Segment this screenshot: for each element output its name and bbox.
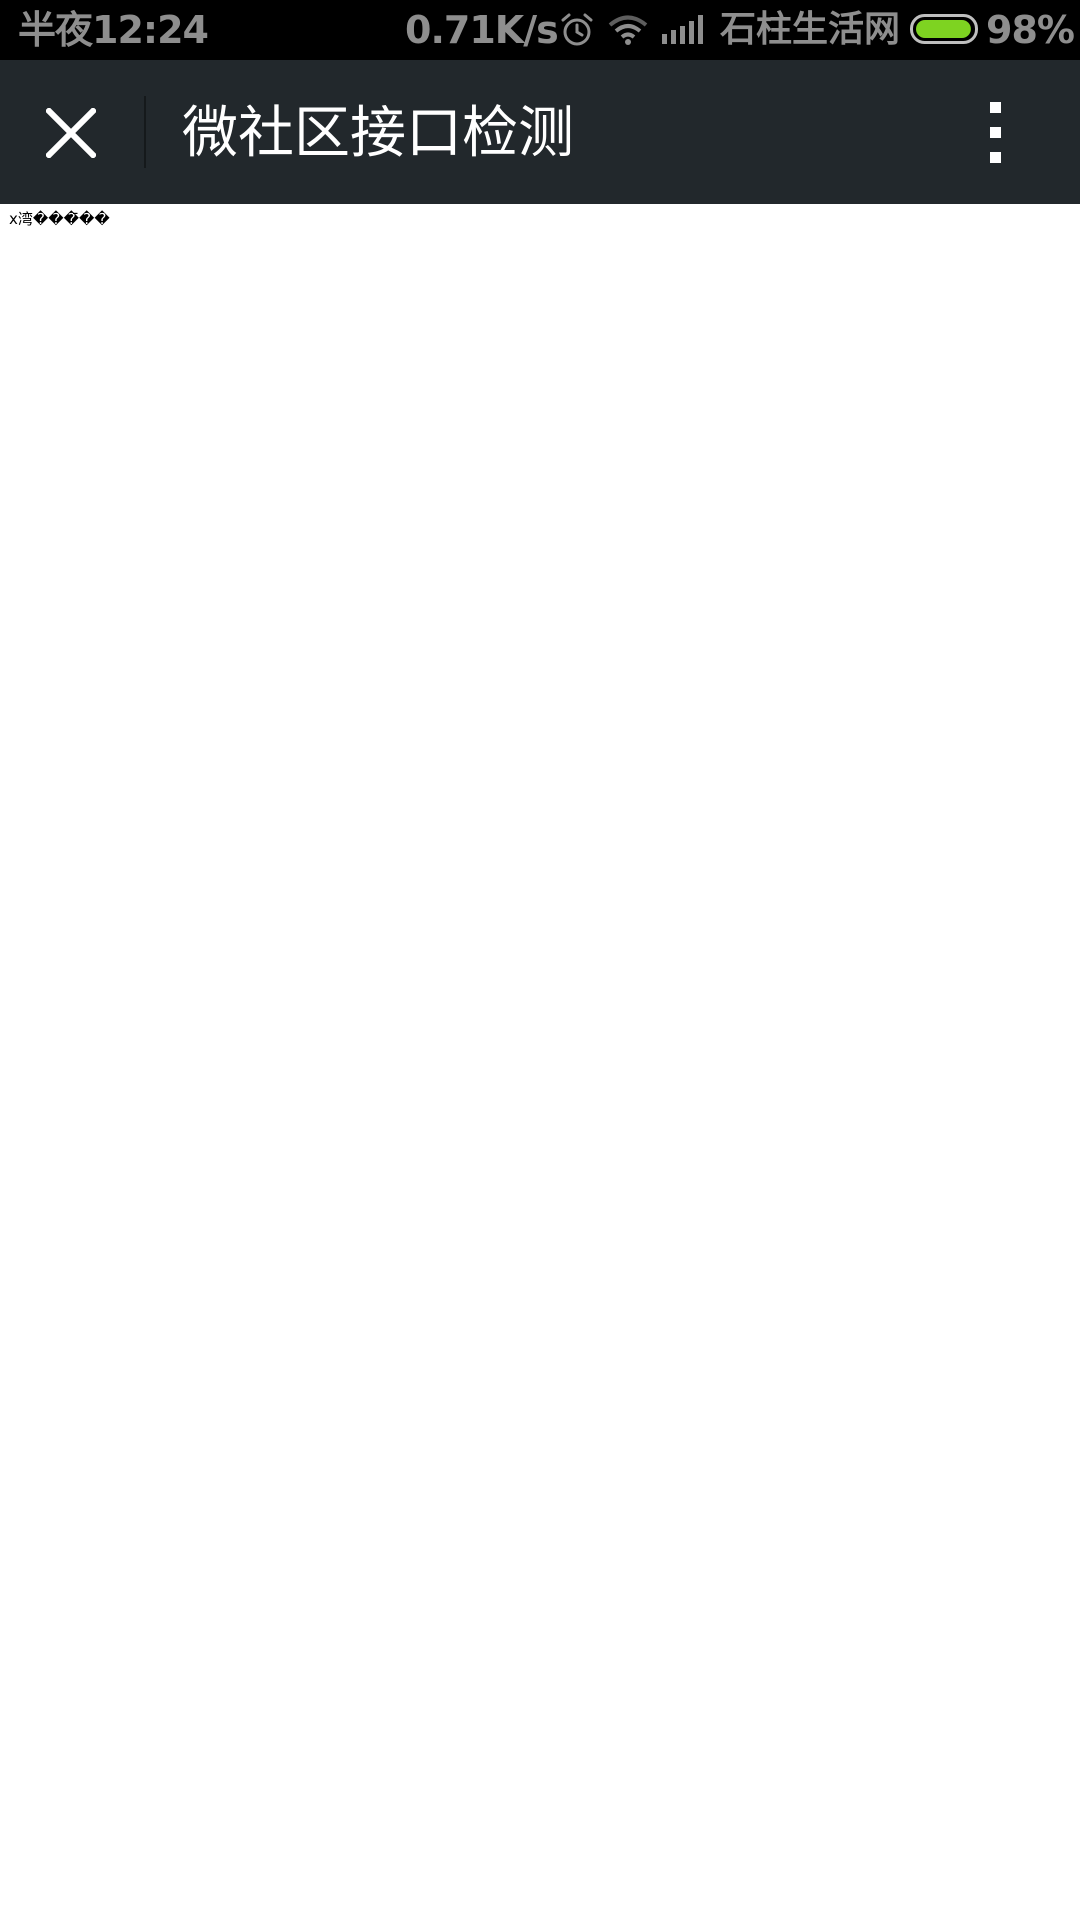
page-title: 微社区接口检测 (182, 101, 574, 166)
battery-percent: 98% (986, 8, 1075, 52)
title-bar: 微社区接口检测 (0, 60, 1080, 204)
status-time: 半夜12:24 (18, 8, 209, 52)
close-button[interactable] (30, 92, 112, 174)
battery-icon (910, 14, 978, 44)
alarm-icon (561, 13, 593, 46)
web-content: x湾���̄̄�� (0, 204, 1080, 1920)
signal-icon (662, 15, 703, 44)
more-options-button[interactable] (966, 92, 1026, 174)
page-body-text: x湾���̄̄�� (9, 210, 110, 228)
carrier-name: 石柱生活网 (720, 9, 901, 50)
status-bar: 半夜12:24 0.71K/s 石柱生活网 98% (0, 0, 1080, 60)
title-divider (144, 96, 146, 168)
screen: 半夜12:24 0.71K/s 石柱生活网 98% 微社区接口检测 x湾���̄… (0, 0, 1080, 1920)
wifi-icon (608, 15, 648, 45)
close-icon (46, 108, 96, 158)
network-speed: 0.71K/s (405, 8, 559, 52)
